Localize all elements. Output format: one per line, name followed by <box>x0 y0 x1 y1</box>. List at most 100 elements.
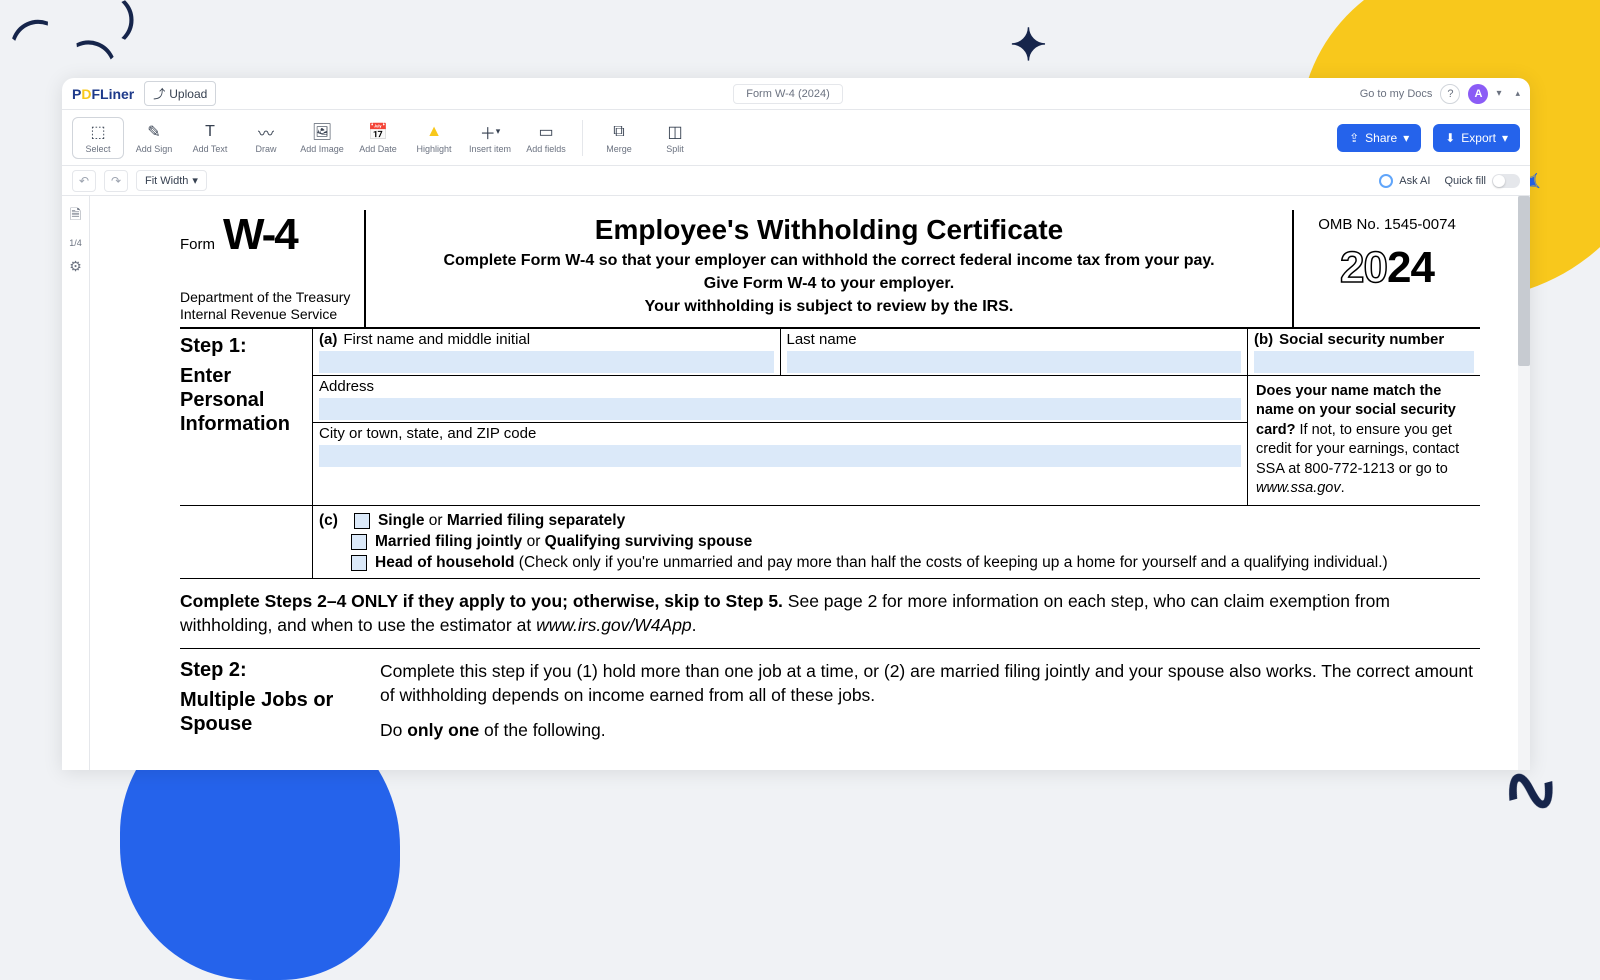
step-subtitle: Multiple Jobs or Spouse <box>180 688 380 736</box>
separator <box>582 120 583 156</box>
address-cell: Address <box>313 376 1247 423</box>
chevron-down-icon: ▾ <box>1403 131 1409 145</box>
chevron-down-icon: ▾ <box>192 174 198 187</box>
tool-add-text[interactable]: TAdd Text <box>184 118 236 158</box>
checkbox-hoh[interactable] <box>351 555 367 571</box>
decorative-squiggle: ∿ <box>1492 742 1570 836</box>
upload-label: Upload <box>169 87 207 101</box>
tool-add-sign[interactable]: ✎Add Sign <box>128 118 180 158</box>
tool-label: Select <box>85 144 110 154</box>
share-icon: ⇪ <box>1349 131 1359 145</box>
avatar-chevron-down-icon[interactable]: ▾ <box>1496 88 1501 99</box>
step-2-label: Step 2: Multiple Jobs or Spouse <box>180 659 380 743</box>
last-name-input[interactable] <box>787 351 1242 373</box>
tax-year: 2024 <box>1300 243 1474 293</box>
page-count: 1/4 <box>69 238 82 248</box>
upload-button[interactable]: ⤴ Upload <box>144 81 216 106</box>
tool-add-date[interactable]: 📅Add Date <box>352 118 404 158</box>
marker-a: (a) <box>319 331 337 348</box>
fields-icon: ▭ <box>538 122 553 142</box>
last-name-cell: Last name <box>780 329 1248 376</box>
image-icon: 🖼 <box>312 122 332 142</box>
document-viewport[interactable]: Form W-4 Department of the Treasury Inte… <box>90 196 1530 770</box>
filing-option-single: (c) Single or Married filing separately <box>319 512 1472 530</box>
t: of the following. <box>479 720 605 740</box>
fs-text: Qualifying surviving spouse <box>545 533 753 550</box>
topbar-right: Go to my Docs ? A ▾ ▴ <box>1360 84 1520 104</box>
tool-highlight[interactable]: ▲Highlight <box>408 118 460 158</box>
document-title[interactable]: Form W-4 (2024) <box>733 84 843 104</box>
zoom-select[interactable]: Fit Width ▾ <box>136 170 207 191</box>
step-subtitle: Enter Personal Information <box>180 364 306 436</box>
tool-label: Insert item <box>469 144 511 154</box>
form-header: Form W-4 Department of the Treasury Inte… <box>180 210 1480 329</box>
download-icon: ⬇ <box>1445 131 1455 145</box>
ssn-cell: (b)Social security number <box>1248 329 1480 376</box>
step-2-paragraph: Do only one of the following. <box>380 718 1480 743</box>
tool-insert-item[interactable]: ＋▾ Insert item <box>464 118 516 158</box>
share-button[interactable]: ⇪Share▾ <box>1337 124 1421 152</box>
field-label: Social security number <box>1279 331 1444 348</box>
step-2-text: Complete this step if you (1) hold more … <box>380 659 1480 743</box>
form-title: Employee's Withholding Certificate <box>382 214 1276 246</box>
step-1: Step 1: Enter Personal Information (a) Fi… <box>180 329 1480 506</box>
step-1-label: Step 1: Enter Personal Information <box>180 329 312 505</box>
ssn-input[interactable] <box>1254 351 1474 373</box>
settings-gear-icon[interactable]: ⚙ <box>69 258 82 275</box>
page-thumbnail-icon[interactable]: 🗎 <box>70 204 81 228</box>
merge-icon: ⧉ <box>613 122 624 142</box>
ask-ai-label: Ask AI <box>1399 175 1430 187</box>
field-label: First name and middle initial <box>343 331 530 348</box>
step-1-right: (b)Social security number Does your name… <box>1247 329 1480 505</box>
logo[interactable]: PDFLiner <box>72 86 134 102</box>
tool-add-image[interactable]: 🖼Add Image <box>296 118 348 158</box>
fs-text: or <box>522 533 544 550</box>
decorative-accent: ⌒ <box>105 0 145 40</box>
highlight-icon: ▲ <box>426 122 442 142</box>
step-2-paragraph: Complete this step if you (1) hold more … <box>380 659 1480 708</box>
export-label: Export <box>1461 131 1496 145</box>
go-to-docs-link[interactable]: Go to my Docs <box>1360 88 1433 100</box>
help-button[interactable]: ? <box>1440 84 1460 104</box>
checkbox-married[interactable] <box>351 534 367 550</box>
ai-icon <box>1379 174 1393 188</box>
avatar[interactable]: A <box>1468 84 1488 104</box>
ask-ai-button[interactable]: Ask AI <box>1379 174 1430 188</box>
first-name-cell: (a) First name and middle initial <box>313 329 780 376</box>
tool-label: Add fields <box>526 144 566 154</box>
quick-fill-toggle[interactable] <box>1492 174 1520 188</box>
filing-status-options: (c) Single or Married filing separately … <box>312 506 1480 578</box>
collapse-icon[interactable]: ▴ <box>1515 88 1520 99</box>
step-title: Step 1: <box>180 335 306 358</box>
fs-text: Head of household <box>375 554 515 571</box>
tool-add-fields[interactable]: ▭ Add fields <box>520 118 572 158</box>
address-input[interactable] <box>319 398 1241 420</box>
tool-select[interactable]: ⬚Select <box>72 117 124 159</box>
redo-button[interactable]: ↷ <box>104 170 128 192</box>
decorative-accent: ✦ <box>1010 20 1050 60</box>
tool-merge[interactable]: ⧉Merge <box>593 118 645 158</box>
fs-text: Married filing jointly <box>375 533 522 550</box>
zoom-label: Fit Width <box>145 175 188 187</box>
filing-option-married: Married filing jointly or Qualifying sur… <box>319 533 1472 551</box>
filing-option-hoh: Head of household (Check only if you're … <box>319 554 1472 572</box>
undo-button[interactable]: ↶ <box>72 170 96 192</box>
toolbar: ⬚Select ✎Add Sign TAdd Text 〰Draw 🖼Add I… <box>62 110 1530 166</box>
form-subtitle: Your withholding is subject to review by… <box>382 295 1276 318</box>
first-name-input[interactable] <box>319 351 774 373</box>
scrollbar-thumb[interactable] <box>1518 196 1530 366</box>
export-button[interactable]: ⬇Export▾ <box>1433 124 1520 152</box>
tool-draw[interactable]: 〰Draw <box>240 118 292 158</box>
tool-label: Add Sign <box>136 144 173 154</box>
city-input[interactable] <box>319 445 1241 467</box>
checkbox-single[interactable] <box>354 513 370 529</box>
dept-line: Department of the Treasury <box>180 289 364 307</box>
quick-fill-label: Quick fill <box>1444 175 1486 187</box>
decorative-accent: ⌒ <box>3 3 56 56</box>
plus-icon: ＋▾ <box>480 122 501 142</box>
quick-fill: Quick fill <box>1444 174 1520 188</box>
name-check-note: Does your name match the name on your so… <box>1248 376 1480 505</box>
tool-split[interactable]: ◫Split <box>649 118 701 158</box>
tool-label: Add Text <box>193 144 228 154</box>
step-title: Step 2: <box>180 659 380 682</box>
